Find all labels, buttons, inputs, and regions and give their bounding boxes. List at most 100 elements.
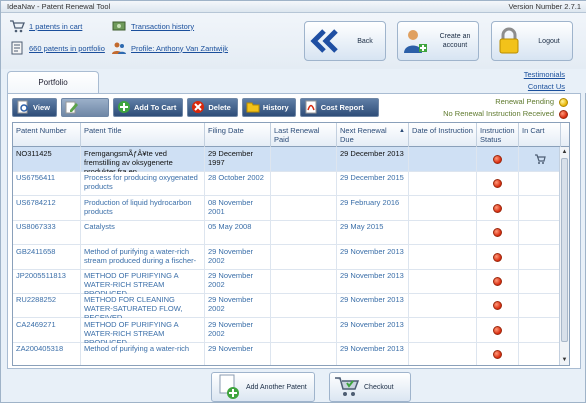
cell-in-cart bbox=[519, 147, 561, 172]
view-icon bbox=[16, 100, 30, 116]
top-links: Testimonials Contact Us bbox=[524, 69, 565, 93]
delete-button[interactable]: Delete bbox=[187, 98, 238, 117]
table-scrollbar[interactable]: ▲ ▼ bbox=[559, 147, 569, 365]
add-another-patent-button[interactable]: Add Another Patent bbox=[211, 372, 315, 402]
col-in-cart[interactable]: In Cart bbox=[519, 123, 561, 147]
cell-filing-date: 29 November bbox=[205, 342, 271, 365]
col-patent-number[interactable]: Patent Number bbox=[13, 123, 81, 147]
cell-instruction-status bbox=[477, 317, 519, 343]
back-button[interactable]: Back bbox=[304, 21, 386, 61]
cell-date-of-instruction bbox=[409, 342, 477, 365]
cart-link[interactable]: 1 patents in cart bbox=[29, 22, 82, 31]
sort-ascending-icon: ▲ bbox=[399, 128, 405, 134]
cell-instruction-status bbox=[477, 293, 519, 319]
tab-portfolio[interactable]: Portfolio bbox=[7, 71, 99, 93]
cell-patent-number: JP2005511813 bbox=[13, 269, 81, 294]
cell-last-renewal-paid bbox=[271, 220, 337, 246]
logout-button[interactable]: Logout bbox=[491, 21, 573, 61]
cost-report-button[interactable]: Cost Report bbox=[299, 98, 379, 117]
pdf-icon bbox=[304, 100, 318, 116]
cell-in-cart bbox=[519, 293, 561, 319]
cell-in-cart bbox=[519, 317, 561, 343]
cell-patent-number: ZA200405318 bbox=[13, 342, 81, 365]
cell-in-cart bbox=[519, 342, 561, 365]
cell-filing-date: 05 May 2008 bbox=[205, 220, 271, 246]
scroll-up-icon[interactable]: ▲ bbox=[560, 147, 569, 157]
profile-link[interactable]: Profile: Anthony Van Zantwijk bbox=[131, 44, 228, 53]
tab-bar: Portfolio bbox=[1, 69, 586, 93]
add-another-patent-label: Add Another Patent bbox=[246, 383, 307, 391]
cell-next-renewal-due: 29 February 2016 bbox=[337, 195, 409, 221]
lock-icon bbox=[492, 27, 526, 55]
cell-in-cart bbox=[519, 244, 561, 270]
create-account-button[interactable]: Create an account bbox=[397, 21, 479, 61]
add-to-cart-button[interactable]: Add To Cart bbox=[112, 98, 184, 117]
cell-date-of-instruction bbox=[409, 293, 477, 319]
col-last-renewal-paid[interactable]: Last Renewal Paid bbox=[271, 123, 337, 147]
cell-filing-date: 08 November 2001 bbox=[205, 195, 271, 221]
cart-link-row: 1 patents in cart bbox=[9, 18, 82, 34]
table-row[interactable]: RU2288252 METHOD FOR CLEANING WATER-SATUR… bbox=[13, 293, 561, 319]
cell-in-cart bbox=[519, 269, 561, 294]
col-filing-date[interactable]: Filing Date bbox=[205, 123, 271, 147]
cell-last-renewal-paid bbox=[271, 342, 337, 365]
delete-icon bbox=[191, 100, 205, 116]
cell-filing-date: 29 November 2002 bbox=[205, 244, 271, 270]
cell-instruction-status bbox=[477, 244, 519, 270]
app-window: IdeaNav - Patent Renewal Tool Version Nu… bbox=[0, 0, 586, 403]
money-icon bbox=[111, 18, 127, 34]
cell-date-of-instruction bbox=[409, 171, 477, 197]
view-button[interactable]: View bbox=[12, 98, 57, 117]
cell-instruction-status bbox=[477, 171, 519, 197]
header: 1 patents in cart 660 patents in portfol… bbox=[1, 13, 586, 69]
portfolio-link[interactable]: 660 patents in portfolio bbox=[29, 44, 105, 53]
scroll-down-icon[interactable]: ▼ bbox=[560, 355, 569, 365]
profile-link-row: Profile: Anthony Van Zantwijk bbox=[111, 40, 228, 56]
history-button[interactable]: History bbox=[241, 98, 296, 117]
table-row[interactable]: JP2005511813 METHOD OF PURIFYING A WATER-… bbox=[13, 269, 561, 294]
logout-label: Logout bbox=[538, 37, 560, 45]
table-row[interactable]: GB2411658 Method of purifying a water-ric… bbox=[13, 244, 561, 270]
cell-instruction-status bbox=[477, 342, 519, 365]
cost-report-label: Cost Report bbox=[320, 103, 364, 112]
table-row[interactable]: US6756411 Process for producing oxygenate… bbox=[13, 171, 561, 197]
cell-patent-title: Process for producing oxygenated product… bbox=[81, 171, 205, 197]
cell-next-renewal-due: 29 November 2013 bbox=[337, 293, 409, 319]
shopping-cart-icon bbox=[330, 375, 364, 399]
table-row[interactable]: CA2469271 METHOD OF PURIFYING A WATER-RIC… bbox=[13, 317, 561, 343]
col-instruction-status[interactable]: Instruction Status bbox=[477, 123, 519, 147]
legend-pending-label: Renewal Pending bbox=[495, 97, 554, 106]
cell-date-of-instruction bbox=[409, 244, 477, 270]
cell-filing-date: 29 November 2002 bbox=[205, 269, 271, 294]
contact-us-link[interactable]: Contact Us bbox=[524, 81, 565, 93]
version-label: Version Number 2.7.1 bbox=[508, 2, 581, 11]
col-next-renewal-due[interactable]: Next Renewal Due ▲ bbox=[337, 123, 409, 147]
in-cart-icon bbox=[534, 153, 546, 167]
checkout-label: Checkout bbox=[364, 383, 394, 391]
table-row[interactable]: US6784212 Production of liquid hydrocarbo… bbox=[13, 195, 561, 221]
table-row[interactable]: US8067333 Catalysts 05 May 2008 29 May 2015 bbox=[13, 220, 561, 246]
cart-icon bbox=[9, 18, 25, 34]
cell-last-renewal-paid bbox=[271, 147, 337, 172]
col-patent-title[interactable]: Patent Title bbox=[81, 123, 205, 147]
status-indicator-icon bbox=[493, 179, 502, 189]
transaction-history-link[interactable]: Transaction history bbox=[131, 22, 194, 31]
add-document-icon bbox=[212, 374, 246, 400]
cell-next-renewal-due: 29 November 2013 bbox=[337, 317, 409, 343]
table-row[interactable]: NO311425 FremgangsmÃƒÂ¥te ved fremstillin… bbox=[13, 147, 561, 172]
cell-patent-number: CA2469271 bbox=[13, 317, 81, 343]
testimonials-link[interactable]: Testimonials bbox=[524, 69, 565, 81]
table-row[interactable]: ZA200405318 Method of purifying a water-r… bbox=[13, 342, 561, 365]
cell-patent-number: US8067333 bbox=[13, 220, 81, 246]
history-label: History bbox=[262, 103, 289, 112]
scroll-thumb[interactable] bbox=[561, 158, 568, 342]
col-date-of-instruction[interactable]: Date of Instruction bbox=[409, 123, 477, 147]
cell-date-of-instruction bbox=[409, 269, 477, 294]
delete-label: Delete bbox=[208, 103, 231, 112]
edit-button[interactable] bbox=[60, 98, 109, 117]
back-arrows-icon bbox=[305, 29, 345, 53]
checkout-button[interactable]: Checkout bbox=[329, 372, 411, 402]
status-indicator-icon bbox=[493, 252, 502, 262]
pending-status-icon bbox=[559, 97, 568, 107]
cell-next-renewal-due: 29 December 2015 bbox=[337, 171, 409, 197]
